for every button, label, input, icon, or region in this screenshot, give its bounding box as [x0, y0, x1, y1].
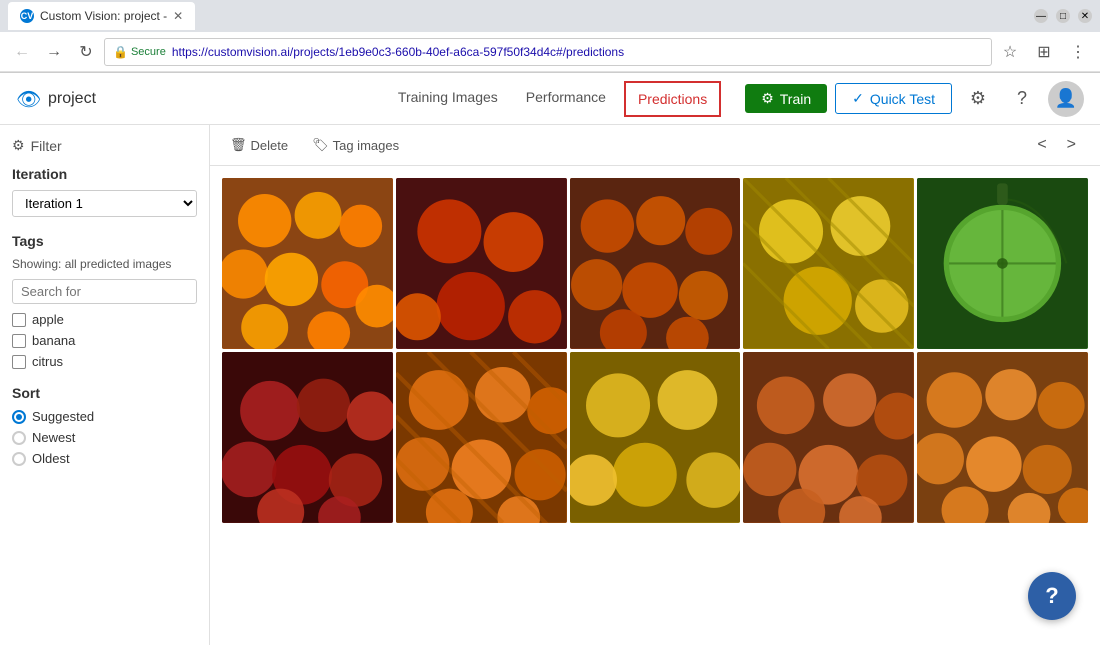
iteration-select[interactable]: Iteration 1	[12, 190, 197, 217]
tag-checkbox-apple[interactable]	[12, 313, 26, 327]
radio-newest[interactable]	[12, 431, 26, 445]
sort-section: Sort Suggested Newest Oldest	[12, 385, 197, 466]
maximize-btn[interactable]: □	[1056, 9, 1070, 23]
sidebar: ⚙ Filter Iteration Iteration 1 Tags Show…	[0, 125, 210, 645]
image-item-10[interactable]	[917, 352, 1088, 523]
image-item-3[interactable]	[570, 178, 741, 349]
radio-suggested[interactable]	[12, 410, 26, 424]
checkmark-icon: ✓	[852, 90, 864, 107]
image-item-9[interactable]	[743, 352, 914, 523]
prev-page-btn[interactable]: <	[1029, 134, 1054, 156]
filter-label: Filter	[31, 138, 62, 154]
filter-icon: ⚙	[12, 137, 25, 154]
nav-right-buttons: ☆ ⊞ ⋮	[996, 38, 1092, 66]
tab-favicon: CV	[20, 9, 34, 23]
content-area: 🗑 Delete 🏷 Tag images < >	[210, 125, 1100, 645]
tag-label-banana: banana	[32, 333, 75, 348]
image-item-5[interactable]	[917, 178, 1088, 349]
tag-label-citrus: citrus	[32, 354, 63, 369]
image-item-7[interactable]	[396, 352, 567, 523]
radio-oldest[interactable]	[12, 452, 26, 466]
nav-training-images[interactable]: Training Images	[384, 73, 512, 124]
image-grid	[210, 166, 1100, 535]
window-controls: — □ ✕	[1034, 9, 1092, 23]
tag-checkbox-citrus[interactable]	[12, 355, 26, 369]
help-btn[interactable]: ?	[1004, 81, 1040, 117]
close-btn[interactable]: ✕	[1078, 9, 1092, 23]
extensions-btn[interactable]: ⋮	[1064, 38, 1092, 66]
help-fab-icon: ?	[1045, 583, 1058, 609]
pagination-controls: < >	[1029, 134, 1084, 156]
content-toolbar: 🗑 Delete 🏷 Tag images < >	[210, 125, 1100, 166]
tag-icon: 🏷	[312, 137, 329, 153]
browser-chrome: CV Custom Vision: project - ✕ — □ ✕ ← → …	[0, 0, 1100, 73]
sort-newest-label: Newest	[32, 430, 75, 445]
secure-badge: 🔒 Secure	[113, 45, 166, 59]
sort-suggested[interactable]: Suggested	[12, 409, 197, 424]
help-fab-btn[interactable]: ?	[1028, 572, 1076, 620]
sort-label: Sort	[12, 385, 197, 401]
tag-label-apple: apple	[32, 312, 64, 327]
tag-item-citrus[interactable]: citrus	[12, 354, 197, 369]
image-item-1[interactable]	[222, 178, 393, 349]
tags-section: Tags Showing: all predicted images apple…	[12, 233, 197, 369]
app-name: project	[48, 90, 96, 108]
tag-item-banana[interactable]: banana	[12, 333, 197, 348]
quick-test-button[interactable]: ✓ Quick Test	[835, 83, 952, 114]
tags-label: Tags	[12, 233, 197, 249]
header-actions: ⚙ Train ✓ Quick Test ⚙ ? 👤	[745, 81, 1084, 117]
app-header: 👁 project Training Images Performance Pr…	[0, 73, 1100, 125]
user-avatar[interactable]: 👤	[1048, 81, 1084, 117]
app-nav: Training Images Performance Predictions	[384, 73, 725, 124]
forward-btn[interactable]: →	[40, 38, 68, 66]
secure-text: Secure	[131, 46, 166, 58]
image-item-8[interactable]	[570, 352, 741, 523]
main-layout: ⚙ Filter Iteration Iteration 1 Tags Show…	[0, 125, 1100, 645]
back-btn[interactable]: ←	[8, 38, 36, 66]
nav-bar: ← → ↻ 🔒 Secure https://customvision.ai/p…	[0, 32, 1100, 72]
search-input[interactable]	[12, 279, 197, 304]
title-bar: CV Custom Vision: project - ✕ — □ ✕	[0, 0, 1100, 32]
sort-oldest-label: Oldest	[32, 451, 70, 466]
image-item-6[interactable]	[222, 352, 393, 523]
delete-icon: 🗑	[230, 137, 247, 153]
showing-text: Showing: all predicted images	[12, 257, 197, 271]
tab-title: Custom Vision: project -	[40, 9, 167, 23]
tag-images-btn[interactable]: 🏷 Tag images	[308, 133, 403, 157]
tag-item-apple[interactable]: apple	[12, 312, 197, 327]
browser-tab[interactable]: CV Custom Vision: project - ✕	[8, 2, 195, 30]
next-page-btn[interactable]: >	[1059, 134, 1084, 156]
train-icon: ⚙	[761, 90, 774, 107]
settings-btn[interactable]: ⚙	[960, 81, 996, 117]
lock-icon: 🔒	[113, 45, 128, 59]
minimize-btn[interactable]: —	[1034, 9, 1048, 23]
sort-suggested-label: Suggested	[32, 409, 94, 424]
app-logo-icon: 👁	[16, 87, 40, 111]
nav-performance[interactable]: Performance	[512, 73, 620, 124]
tag-checkbox-banana[interactable]	[12, 334, 26, 348]
iteration-label: Iteration	[12, 166, 197, 182]
refresh-btn[interactable]: ↻	[72, 38, 100, 66]
image-item-2[interactable]	[396, 178, 567, 349]
tab-close-btn[interactable]: ✕	[173, 9, 183, 23]
sort-newest[interactable]: Newest	[12, 430, 197, 445]
windows-btn[interactable]: ⊞	[1030, 38, 1058, 66]
image-item-4[interactable]	[743, 178, 914, 349]
bookmark-btn[interactable]: ☆	[996, 38, 1024, 66]
delete-btn[interactable]: 🗑 Delete	[226, 133, 292, 157]
nav-predictions[interactable]: Predictions	[624, 81, 721, 117]
app-logo: 👁 project	[16, 87, 96, 111]
train-button[interactable]: ⚙ Train	[745, 84, 827, 113]
address-bar[interactable]: 🔒 Secure https://customvision.ai/project…	[104, 38, 992, 66]
address-text: https://customvision.ai/projects/1eb9e0c…	[172, 45, 983, 59]
filter-section[interactable]: ⚙ Filter	[12, 137, 197, 154]
sort-oldest[interactable]: Oldest	[12, 451, 197, 466]
